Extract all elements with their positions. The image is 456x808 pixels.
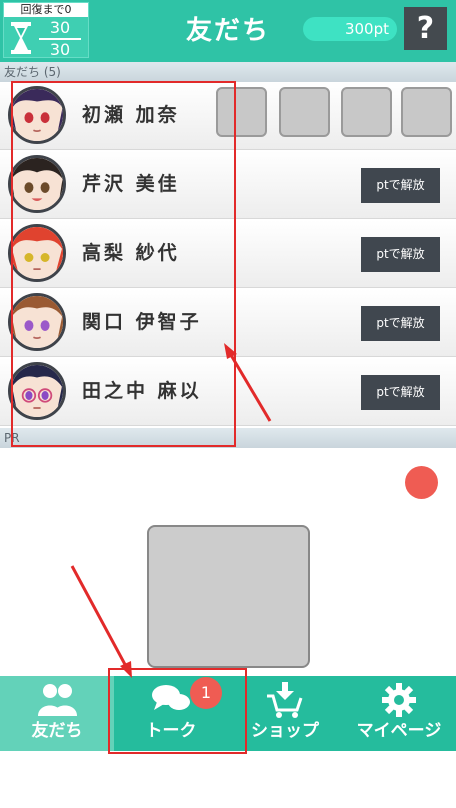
recovery-label: 回復まで0	[4, 3, 88, 17]
annotation-box-friends-list	[11, 81, 236, 447]
tab-label: 友だち	[31, 721, 83, 741]
friends-icon	[38, 684, 77, 716]
hourglass-icon	[11, 22, 31, 54]
friends-section-header: 友だち (5)	[0, 62, 456, 82]
unlock-with-points-button[interactable]: ptで解放	[361, 375, 440, 410]
top-bar: 回復まで0 30 30 友だち 300pt ?	[0, 0, 456, 62]
unlock-with-points-button[interactable]: ptで解放	[361, 306, 440, 341]
locked-slot[interactable]	[279, 87, 330, 137]
unlock-with-points-button[interactable]: ptで解放	[361, 168, 440, 203]
shop-icon	[267, 682, 303, 718]
locked-slot[interactable]	[341, 87, 392, 137]
tab-label: マイページ	[356, 721, 442, 741]
points-display[interactable]: 300pt	[303, 17, 397, 41]
unlock-with-points-button[interactable]: ptで解放	[361, 237, 440, 272]
stamina-current: 30	[49, 18, 71, 37]
page-title: 友だち	[185, 16, 270, 46]
help-button[interactable]: ?	[404, 7, 447, 50]
stamina-max: 30	[49, 40, 71, 59]
tab-mypage[interactable]: マイページ	[342, 676, 456, 751]
gear-icon	[382, 683, 416, 717]
annotation-box-talk-tab	[108, 668, 247, 754]
notification-dot	[405, 466, 438, 499]
locked-slot[interactable]	[401, 87, 452, 137]
stamina-widget: 回復まで0 30 30	[3, 2, 89, 58]
tab-friends[interactable]: 友だち	[0, 676, 114, 751]
ad-banner[interactable]	[147, 525, 310, 668]
